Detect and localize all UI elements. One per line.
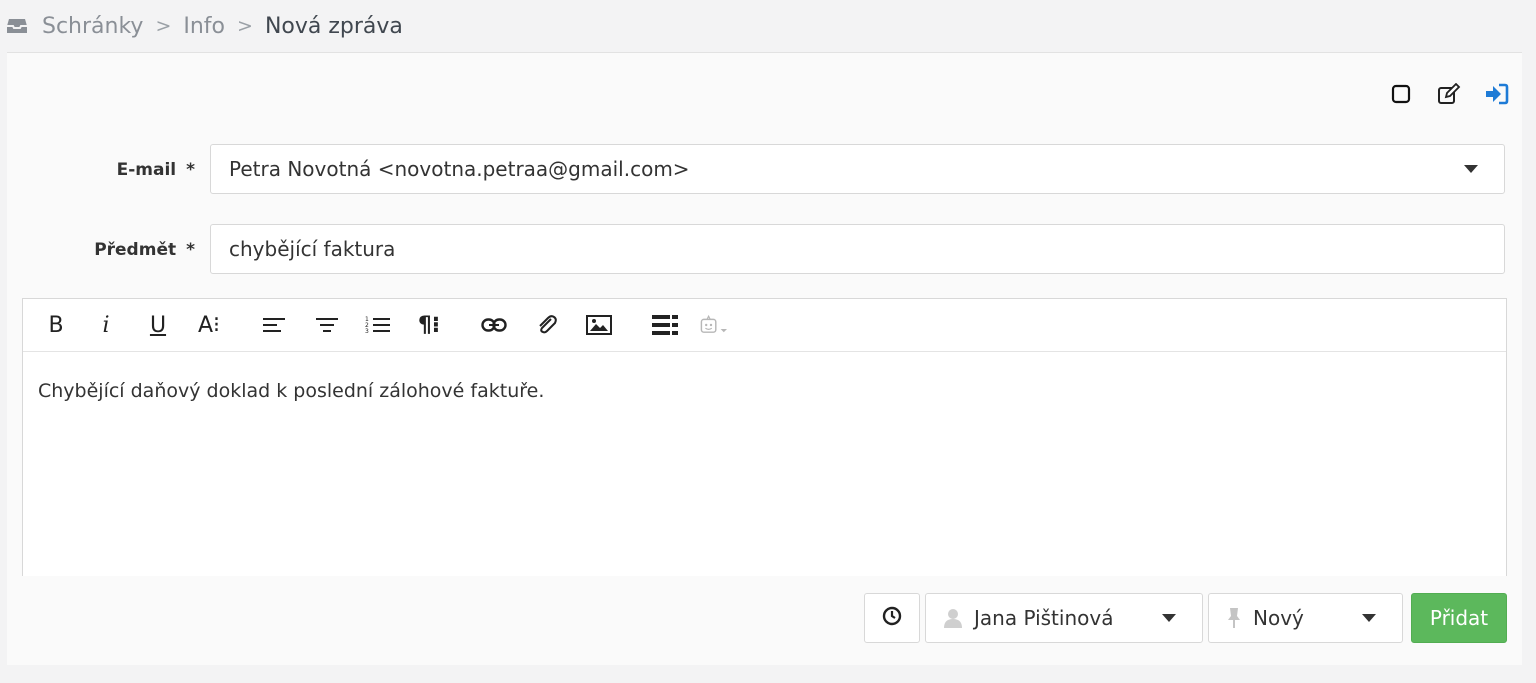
schedule-button[interactable]	[864, 593, 920, 643]
underline-button[interactable]: U	[142, 309, 174, 341]
subject-input[interactable]	[210, 224, 1505, 274]
bottom-actions: Jana Pištinová Nový Přidat	[864, 593, 1507, 643]
bold-button[interactable]: B	[40, 309, 72, 341]
email-label: E-mail *	[117, 144, 195, 196]
caret-down-icon	[1362, 614, 1376, 622]
clock-icon	[882, 606, 902, 631]
assignee-select[interactable]: Jana Pištinová	[925, 593, 1203, 643]
sign-in-icon[interactable]	[1484, 81, 1510, 107]
subject-label: Předmět *	[94, 224, 195, 276]
message-form-panel: E-mail * Petra Novotná <novotna.petraa@g…	[7, 52, 1522, 665]
breadcrumb-current: Nová zpráva	[264, 13, 403, 39]
header-actions	[1388, 81, 1510, 107]
align-left-icon[interactable]	[259, 309, 291, 341]
subject-row: Předmět *	[7, 224, 1522, 276]
assignee-value: Jana Pištinová	[974, 606, 1114, 630]
breadcrumb-item-info[interactable]: Info	[183, 14, 225, 39]
submit-button[interactable]: Přidat	[1411, 593, 1507, 643]
required-mark: *	[186, 160, 195, 180]
link-icon[interactable]	[478, 309, 510, 341]
attachment-icon[interactable]	[531, 309, 563, 341]
caret-down-icon	[1162, 614, 1176, 622]
table-icon[interactable]	[649, 309, 681, 341]
pin-icon	[1227, 607, 1241, 629]
email-select-value: Petra Novotná <novotna.petraa@gmail.com>	[229, 157, 690, 181]
inbox-icon	[6, 16, 32, 36]
ordered-list-icon[interactable]: 123	[362, 309, 394, 341]
paragraph-button[interactable]: ¶⁝	[413, 309, 445, 341]
email-select[interactable]: Petra Novotná <novotna.petraa@gmail.com>	[210, 144, 1505, 194]
email-label-text: E-mail	[116, 160, 177, 180]
subject-label-text: Předmět	[94, 240, 177, 260]
editor-content[interactable]: Chybějící daňový doklad k poslední záloh…	[23, 352, 1506, 430]
breadcrumb: Schránky > Info > Nová zpráva	[6, 10, 403, 42]
edit-icon[interactable]	[1436, 81, 1462, 107]
italic-button[interactable]: i	[90, 309, 122, 341]
status-value: Nový	[1253, 606, 1304, 630]
font-size-button[interactable]: A⁝	[193, 309, 225, 341]
email-row: E-mail * Petra Novotná <novotna.petraa@g…	[7, 144, 1522, 196]
breadcrumb-separator: >	[237, 15, 253, 37]
align-center-icon[interactable]	[311, 309, 343, 341]
checkbox-icon[interactable]	[1388, 81, 1414, 107]
caret-down-icon	[1464, 165, 1478, 173]
user-icon	[944, 608, 962, 628]
svg-text:3: 3	[365, 328, 369, 335]
breadcrumb-separator: >	[155, 15, 172, 37]
editor-toolbar: B i U A⁝ 123 ¶⁝	[23, 299, 1506, 352]
status-select[interactable]: Nový	[1208, 593, 1403, 643]
image-icon[interactable]	[583, 309, 615, 341]
required-mark: *	[186, 240, 195, 260]
breadcrumb-item-schranky[interactable]: Schránky	[42, 14, 143, 39]
emoji-icon[interactable]	[699, 309, 731, 341]
message-editor: B i U A⁝ 123 ¶⁝ Chybějící daňový doklad …	[22, 298, 1507, 576]
